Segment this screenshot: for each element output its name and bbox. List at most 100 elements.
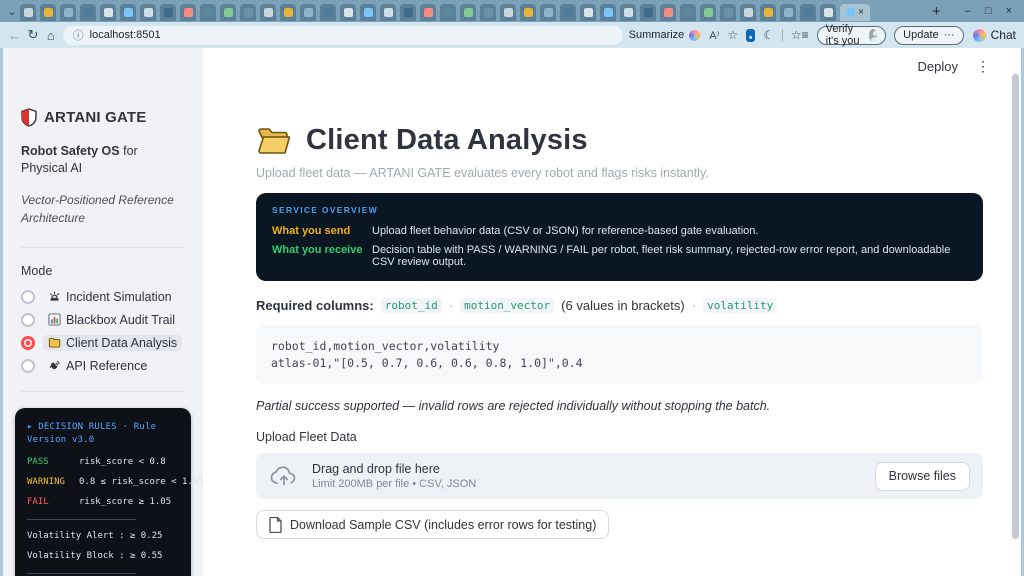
browser-tab[interactable] bbox=[660, 4, 676, 21]
verify-identity-button[interactable]: Verify it's you bbox=[817, 26, 887, 45]
update-button[interactable]: Update ··· bbox=[894, 26, 963, 45]
sidebar-item-api-reference[interactable]: API Reference bbox=[21, 357, 185, 375]
back-icon[interactable]: ← bbox=[8, 28, 21, 43]
browser-tab[interactable] bbox=[280, 4, 296, 21]
rules-divider bbox=[27, 519, 136, 520]
tab-favicon bbox=[484, 8, 493, 17]
browser-tab[interactable] bbox=[820, 4, 836, 21]
browser-tab[interactable] bbox=[460, 4, 476, 21]
browser-tab[interactable] bbox=[100, 4, 116, 21]
fail-condition: risk_score ≥ 1.05 bbox=[79, 497, 171, 507]
copilot-chat-button[interactable]: Chat bbox=[972, 28, 1016, 43]
browser-tab[interactable] bbox=[120, 4, 136, 21]
file-uploader-dropzone[interactable]: Drag and drop file here Limit 200MB per … bbox=[256, 453, 983, 499]
browser-tab[interactable] bbox=[740, 4, 756, 21]
tab-favicon bbox=[846, 8, 855, 17]
radio-button[interactable] bbox=[21, 313, 35, 327]
browser-tab[interactable] bbox=[560, 4, 576, 21]
browser-tab[interactable] bbox=[160, 4, 176, 21]
browser-tab[interactable] bbox=[220, 4, 236, 21]
browser-tab[interactable] bbox=[760, 4, 776, 21]
pass-condition: risk_score < 0.8 bbox=[79, 457, 166, 467]
browse-files-button[interactable]: Browse files bbox=[875, 462, 970, 491]
browser-tab[interactable] bbox=[140, 4, 156, 21]
separator-dot: · bbox=[449, 298, 453, 313]
browser-tab[interactable] bbox=[420, 4, 436, 21]
browser-tab[interactable] bbox=[720, 4, 736, 21]
streamlit-app: ARTANI GATE Robot Safety OS for Physical… bbox=[0, 48, 1024, 576]
deploy-button[interactable]: Deploy bbox=[918, 59, 958, 74]
browser-tab[interactable] bbox=[240, 4, 256, 21]
profile-avatar bbox=[869, 29, 877, 42]
tab-favicon bbox=[24, 8, 33, 17]
browser-tab[interactable] bbox=[260, 4, 276, 21]
required-columns-note: (6 values in brackets) bbox=[561, 298, 685, 313]
browser-tab[interactable] bbox=[20, 4, 36, 21]
browser-tab[interactable] bbox=[200, 4, 216, 21]
close-button[interactable]: × bbox=[1006, 5, 1012, 17]
browser-tab[interactable] bbox=[680, 4, 696, 21]
brand-name: ARTANI GATE bbox=[44, 109, 146, 126]
browser-tab[interactable] bbox=[380, 4, 396, 21]
download-sample-csv-button[interactable]: Download Sample CSV (includes error rows… bbox=[256, 510, 609, 539]
sidebar-item-incident-simulation[interactable]: Incident Simulation bbox=[21, 288, 185, 306]
browser-tab[interactable] bbox=[40, 4, 56, 21]
page-scrollbar[interactable] bbox=[1010, 48, 1021, 576]
browser-tab[interactable] bbox=[520, 4, 536, 21]
browser-tab[interactable] bbox=[640, 4, 656, 21]
browser-tab[interactable] bbox=[780, 4, 796, 21]
summarize-button[interactable]: Summarize bbox=[629, 29, 702, 42]
browser-tab[interactable] bbox=[360, 4, 376, 21]
tab-favicon bbox=[644, 8, 653, 17]
browser-tab[interactable] bbox=[300, 4, 316, 21]
browser-tab[interactable] bbox=[480, 4, 496, 21]
radio-button[interactable] bbox=[21, 290, 35, 304]
browser-tab[interactable] bbox=[620, 4, 636, 21]
brand-row: ARTANI GATE bbox=[21, 108, 185, 127]
site-info-icon[interactable]: ⓘ bbox=[73, 27, 84, 43]
browser-tab[interactable] bbox=[500, 4, 516, 21]
scrollbar-thumb[interactable] bbox=[1012, 74, 1019, 539]
url-text: localhost:8501 bbox=[90, 29, 161, 41]
browser-tab[interactable] bbox=[540, 4, 556, 21]
browser-tab[interactable] bbox=[440, 4, 456, 21]
url-bar[interactable]: ⓘ localhost:8501 bbox=[63, 26, 623, 45]
home-icon[interactable]: ⌂ bbox=[45, 28, 57, 43]
browser-tab[interactable] bbox=[580, 4, 596, 21]
code-chip-volatility: volatility bbox=[703, 298, 777, 313]
minimize-button[interactable]: – bbox=[965, 5, 971, 17]
read-aloud-icon[interactable]: A⁾ bbox=[709, 29, 719, 42]
web-capture-icon[interactable] bbox=[746, 29, 755, 42]
tab-favicon bbox=[124, 8, 133, 17]
tab-close-icon[interactable]: × bbox=[858, 8, 864, 18]
browser-tab[interactable] bbox=[700, 4, 716, 21]
browser-tab[interactable] bbox=[400, 4, 416, 21]
new-tab-button[interactable]: + bbox=[924, 3, 949, 20]
tab-favicon bbox=[704, 8, 713, 17]
favorite-star-icon[interactable]: ☆ bbox=[727, 28, 738, 42]
browser-tab[interactable] bbox=[60, 4, 76, 21]
browser-tab[interactable] bbox=[340, 4, 356, 21]
browser-tab[interactable] bbox=[80, 4, 96, 21]
browser-tab[interactable] bbox=[800, 4, 816, 21]
send-text: Upload fleet behavior data (CSV or JSON)… bbox=[372, 225, 758, 237]
browser-tab[interactable] bbox=[600, 4, 616, 21]
radio-button[interactable] bbox=[21, 359, 35, 373]
update-menu-dots[interactable]: ··· bbox=[944, 29, 955, 41]
volatility-block-line: Volatility Block : ≥ 0.55 bbox=[27, 550, 179, 563]
sidebar-item-client-data-analysis[interactable]: Client Data Analysis bbox=[21, 334, 185, 352]
tab-search-chevron[interactable]: ⌄ bbox=[4, 5, 20, 18]
maximize-button[interactable]: □ bbox=[985, 5, 992, 17]
radio-button[interactable] bbox=[21, 336, 35, 350]
sidebar-item-blackbox-audit-trail[interactable]: Blackbox Audit Trail bbox=[21, 311, 185, 329]
refresh-icon[interactable]: ↻ bbox=[27, 27, 39, 43]
tab-favicon bbox=[404, 8, 413, 17]
browser-essentials-icon[interactable]: ☾ bbox=[763, 28, 774, 42]
divider bbox=[782, 29, 783, 41]
browser-tab[interactable] bbox=[180, 4, 196, 21]
app-menu-icon[interactable]: ⋮ bbox=[976, 58, 991, 75]
browser-tab[interactable] bbox=[320, 4, 336, 21]
active-browser-tab[interactable]: × bbox=[840, 4, 870, 21]
separator-dot: · bbox=[692, 298, 696, 313]
favorites-bar-icon[interactable]: ☆≡ bbox=[791, 28, 809, 42]
